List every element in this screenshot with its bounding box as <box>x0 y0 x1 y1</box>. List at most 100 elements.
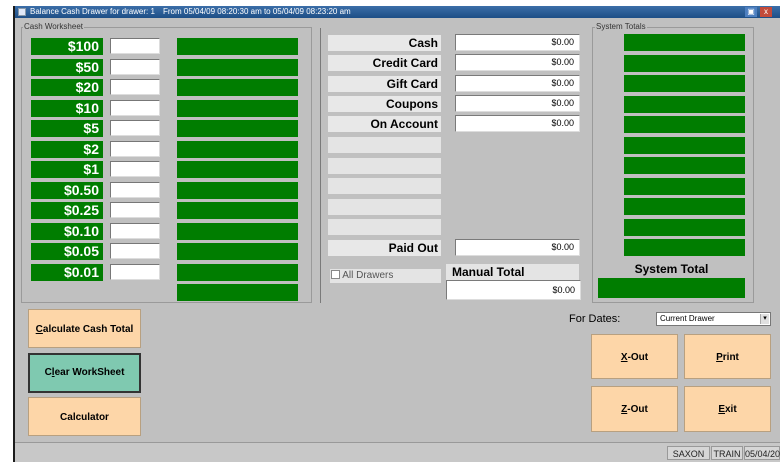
payment-method-value[interactable]: $0.00 <box>455 115 580 132</box>
manual-total-label: Manual Total <box>446 264 579 280</box>
denomination-label: $5 <box>31 120 103 137</box>
system-total-row-bar <box>624 75 745 92</box>
system-total-row-bar <box>624 96 745 113</box>
system-total-row-bar <box>624 116 745 133</box>
for-dates-label: For Dates: <box>569 313 621 325</box>
dates-dropdown[interactable]: Current Drawer ▾ <box>656 312 771 326</box>
denomination-label: $2 <box>31 141 103 158</box>
clear-worksheet-label: Clear WorkSheet <box>44 367 125 378</box>
denomination-total-bar <box>177 59 298 76</box>
print-label: rint <box>722 352 739 363</box>
payment-method-value[interactable]: $0.00 <box>455 34 580 51</box>
calculator-button[interactable]: Calculator <box>28 397 141 436</box>
chevron-down-icon[interactable]: ▾ <box>760 314 769 324</box>
denomination-total-bar <box>177 79 298 96</box>
maximize-button[interactable]: ▣ <box>745 7 757 17</box>
denomination-total-bar <box>177 182 298 199</box>
x-out-button[interactable]: X-Out <box>591 334 678 379</box>
calculate-cash-total-button[interactable]: Calculate Cash Total <box>28 309 141 348</box>
count-input[interactable] <box>110 161 160 177</box>
status-user: SAXON <box>667 446 710 460</box>
denomination-label: $0.50 <box>31 182 103 199</box>
payment-method-label: Credit Card <box>328 55 441 71</box>
denomination-total-bar <box>177 243 298 260</box>
system-total-row-bar <box>624 157 745 174</box>
denomination-total-bar <box>177 264 298 281</box>
system-total-bar <box>598 278 745 298</box>
denomination-label: $10 <box>31 100 103 117</box>
payment-method-value[interactable]: $0.00 <box>455 95 580 112</box>
system-total-row-bar <box>624 198 745 215</box>
system-total-row-bar <box>624 178 745 195</box>
system-total-row-bar <box>624 219 745 236</box>
print-accel: P <box>716 352 723 363</box>
close-button[interactable]: x <box>760 7 772 17</box>
clear-worksheet-button[interactable]: Clear WorkSheet <box>28 353 141 393</box>
system-total-row-bar <box>624 55 745 72</box>
all-drawers-checkbox[interactable] <box>331 270 340 279</box>
calculate-cash-total-label: alculate Cash Total <box>42 324 134 335</box>
payment-method-label: Gift Card <box>328 76 441 92</box>
print-button[interactable]: Print <box>684 334 771 379</box>
denomination-total-bar <box>177 161 298 178</box>
cash-worksheet-legend: Cash Worksheet <box>23 22 84 31</box>
count-input[interactable] <box>110 182 160 198</box>
empty-label-4 <box>328 199 441 215</box>
system-totals-legend: System Totals <box>595 22 647 31</box>
empty-label-3 <box>328 178 441 194</box>
system-total-row-bar <box>624 34 745 51</box>
count-input[interactable] <box>110 223 160 239</box>
window-title: Balance Cash Drawer for drawer: 1 <box>30 7 155 16</box>
clear-worksheet-accel: l <box>51 367 55 378</box>
payment-method-label: Coupons <box>328 96 441 112</box>
calculate-cash-total-accel: C <box>35 324 43 335</box>
count-input[interactable] <box>110 243 160 259</box>
payment-method-value[interactable]: $0.00 <box>455 75 580 92</box>
x-out-accel: X <box>620 352 628 363</box>
count-input[interactable] <box>110 100 160 116</box>
payment-method-value[interactable]: $0.00 <box>455 54 580 71</box>
count-input[interactable] <box>110 59 160 75</box>
denomination-total-bar <box>177 141 298 158</box>
denomination-total-bar <box>177 202 298 219</box>
system-total-label: System Total <box>634 262 709 276</box>
count-input[interactable] <box>110 141 160 157</box>
denomination-total-bar <box>177 120 298 137</box>
exit-label: xit <box>725 404 737 415</box>
denomination-label: $0.01 <box>31 264 103 281</box>
count-input[interactable] <box>110 202 160 218</box>
empty-label-1 <box>328 137 441 153</box>
paid-out-label: Paid Out <box>328 240 441 256</box>
status-date: 05/04/2009 <box>744 446 780 460</box>
title-bar: Balance Cash Drawer for drawer: 1 From 0… <box>15 6 780 18</box>
denomination-total-bar <box>177 38 298 55</box>
system-total-row-bar <box>624 239 745 256</box>
window-date-range: From 05/04/09 08:20:30 am to 05/04/09 08… <box>163 7 351 16</box>
balance-cash-drawer-window: Balance Cash Drawer for drawer: 1 From 0… <box>13 6 780 462</box>
count-input[interactable] <box>110 79 160 95</box>
count-input[interactable] <box>110 38 160 54</box>
status-mode: TRAIN <box>711 446 743 460</box>
manual-total-value: $0.00 <box>446 280 581 300</box>
divider <box>320 28 321 303</box>
denomination-label: $0.25 <box>31 202 103 219</box>
empty-label-5 <box>328 219 441 235</box>
status-bar: SAXON TRAIN 05/04/2009 <box>15 442 780 462</box>
app-icon <box>18 8 26 16</box>
denomination-label: $0.10 <box>31 223 103 240</box>
denomination-label: $100 <box>31 38 103 55</box>
dates-selected: Current Drawer <box>660 314 715 323</box>
exit-button[interactable]: Exit <box>684 386 771 432</box>
denomination-label: $20 <box>31 79 103 96</box>
z-out-button[interactable]: Z-Out <box>591 386 678 432</box>
paid-out-value[interactable]: $0.00 <box>455 239 580 256</box>
all-drawers-checkbox-row[interactable]: All Drawers <box>330 269 441 283</box>
count-input[interactable] <box>110 264 160 280</box>
payment-method-label: Cash <box>328 35 441 51</box>
denomination-total-bar <box>177 100 298 117</box>
z-out-label: -Out <box>627 404 648 415</box>
count-input[interactable] <box>110 120 160 136</box>
x-out-label: -Out <box>627 352 649 363</box>
denomination-label: $0.05 <box>31 243 103 260</box>
denomination-label: $50 <box>31 59 103 76</box>
